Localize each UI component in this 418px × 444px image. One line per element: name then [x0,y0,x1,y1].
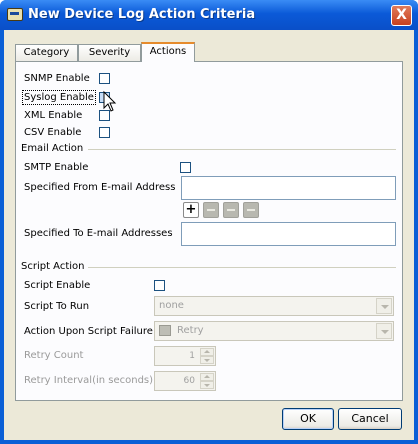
tab-category[interactable]: Category [15,44,78,61]
spin-down-icon[interactable] [200,381,214,389]
script-to-run-value: none [159,300,184,311]
tab-actions[interactable]: Actions [141,42,195,62]
retry-count-spinner[interactable]: 1 [154,346,216,366]
from-email-label: Specified From E-mail Address [24,182,176,193]
script-to-run-label: Script To Run [24,301,90,312]
chevron-down-icon[interactable] [376,298,392,314]
csv-enable-checkbox[interactable] [99,127,110,138]
script-separator [88,267,396,268]
edit-icon [207,209,215,211]
retry-icon [159,325,171,336]
syslog-enable-label: Syslog Enable [22,90,96,105]
script-enable-label: Script Enable [24,280,91,291]
edit-email-button[interactable] [203,202,219,218]
find-email-button[interactable] [243,202,259,218]
retry-interval-label: Retry Interval(in seconds) [24,375,154,386]
chevron-down-icon[interactable] [376,323,392,339]
to-email-input[interactable] [181,222,396,246]
cancel-button[interactable]: Cancel [338,408,402,430]
snmp-enable-checkbox[interactable] [99,73,110,84]
to-email-label: Specified To E-mail Addresses [24,228,173,239]
smtp-enable-checkbox[interactable] [180,162,191,173]
script-failure-value: Retry [177,325,204,336]
retry-interval-value: 60 [183,376,195,386]
snmp-enable-label: SNMP Enable [24,73,90,84]
retry-count-label: Retry Count [24,350,84,361]
add-email-button[interactable]: + [183,202,199,218]
spin-down-icon[interactable] [200,356,214,364]
window-title: New Device Log Action Criteria [28,7,256,22]
email-action-heading: Email Action [21,143,84,154]
app-icon [7,8,23,21]
xml-enable-label: XML Enable [24,110,83,121]
script-enable-checkbox[interactable] [154,280,165,291]
script-action-heading: Script Action [21,261,85,272]
remove-email-button[interactable] [223,202,239,218]
spin-up-icon[interactable] [200,348,214,356]
retry-count-value: 1 [189,351,195,361]
script-to-run-select[interactable]: none [154,296,394,316]
from-email-input[interactable] [181,176,396,200]
script-failure-label: Action Upon Script Failure [24,326,153,337]
spin-up-icon[interactable] [200,373,214,381]
dialog-body: Category Severity Actions SNMP Enable Sy… [4,30,414,440]
title-bar[interactable]: New Device Log Action Criteria X [0,0,418,30]
tab-severity[interactable]: Severity [78,44,141,61]
close-button[interactable]: X [391,5,412,26]
dialog-window: New Device Log Action Criteria X Categor… [0,0,418,444]
email-separator [88,149,396,150]
search-icon [247,209,255,211]
smtp-enable-label: SMTP Enable [24,162,89,173]
actions-panel: SNMP Enable Syslog Enable XML Enable CSV… [15,61,403,401]
minus-icon [227,209,235,211]
script-failure-select[interactable]: Retry [154,321,394,341]
csv-enable-label: CSV Enable [24,127,82,138]
retry-interval-spinner[interactable]: 60 [154,371,216,391]
ok-button[interactable]: OK [282,408,334,430]
mouse-cursor-icon [103,90,117,112]
